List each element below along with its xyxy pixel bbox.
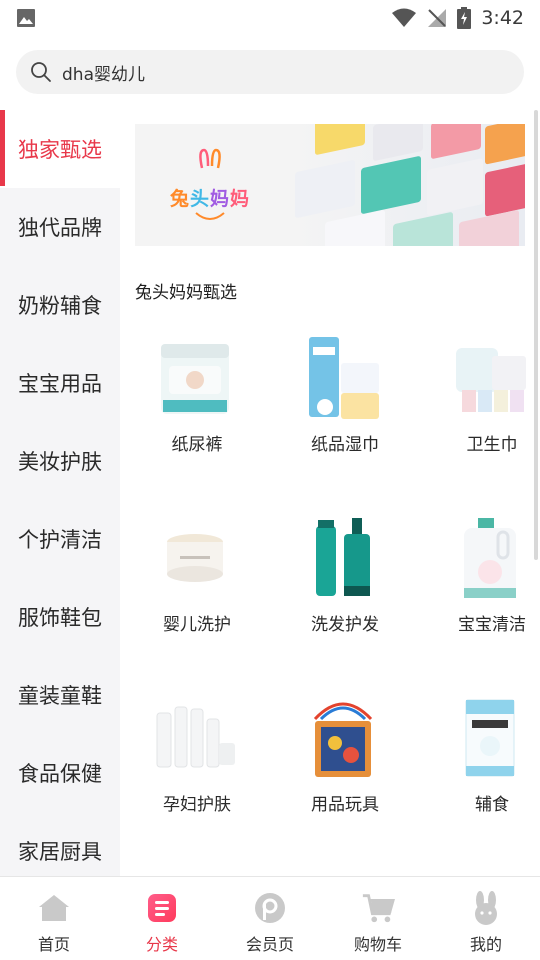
wifi-icon — [392, 8, 417, 27]
brand-char-3: 妈 — [210, 187, 231, 210]
cream-jar-icon — [145, 508, 245, 608]
product-item[interactable]: 洗发护发 — [283, 498, 423, 668]
diaper-pack-icon — [145, 328, 245, 428]
sidebar-item-home[interactable]: 家居厨具 — [0, 812, 120, 876]
nav-label: 首页 — [37, 935, 70, 954]
skincare-set-icon — [145, 688, 245, 788]
brand-logo: 兔头妈妈 — [135, 124, 285, 246]
product-item[interactable]: 纸尿裤 — [135, 318, 275, 488]
category-content: 兔头妈妈 兔头妈妈甄选 纸尿裤 纸品湿巾 卫生巾 婴儿洗护 洗发护发 宝宝清洁 … — [120, 110, 540, 876]
product-label: 纸尿裤 — [171, 435, 223, 455]
detergent-bottle-icon — [440, 508, 540, 608]
sidebar-item-brands[interactable]: 独代品牌 — [0, 188, 120, 266]
rabbit-profile-icon — [469, 891, 503, 925]
product-boxes-image — [285, 124, 525, 246]
nav-label: 购物车 — [353, 935, 402, 954]
member-icon — [253, 891, 287, 925]
category-sidebar: 独家甄选 独代品牌 奶粉辅食 宝宝用品 美妆护肤 个护清洁 服饰鞋包 童装童鞋 … — [0, 110, 120, 876]
brand-banner[interactable]: 兔头妈妈 — [135, 124, 525, 246]
tissue-pack-icon — [293, 328, 393, 428]
search-bar — [0, 36, 540, 110]
nav-home[interactable]: 首页 — [0, 877, 108, 960]
bottom-nav: 首页 分类 会员页 购物车 我的 — [0, 876, 540, 960]
sidebar-item-beauty[interactable]: 美妆护肤 — [0, 422, 120, 500]
product-item[interactable]: 孕妇护肤 — [135, 678, 275, 848]
food-box-icon — [440, 688, 540, 788]
battery-icon — [457, 7, 472, 29]
nav-label: 会员页 — [245, 935, 294, 954]
nav-label: 我的 — [469, 935, 502, 954]
product-label: 纸品湿巾 — [311, 435, 379, 455]
product-item[interactable]: 用品玩具 — [283, 678, 423, 848]
product-item[interactable]: 卫生巾 — [430, 318, 540, 488]
nav-label: 分类 — [145, 935, 178, 954]
product-label: 卫生巾 — [466, 435, 518, 455]
sidebar-item-baby-goods[interactable]: 宝宝用品 — [0, 344, 120, 422]
product-item[interactable]: 纸品湿巾 — [283, 318, 423, 488]
search-icon — [31, 62, 51, 82]
sidebar-item-apparel[interactable]: 服饰鞋包 — [0, 578, 120, 656]
product-label: 孕妇护肤 — [163, 795, 231, 815]
no-signal-icon — [428, 9, 447, 27]
sidebar-item-kids-wear[interactable]: 童装童鞋 — [0, 656, 120, 734]
gallery-icon — [17, 9, 35, 27]
nav-cart[interactable]: 购物车 — [324, 877, 432, 960]
product-label: 辅食 — [475, 795, 509, 815]
brand-logo-text: 兔头妈妈 — [170, 184, 250, 211]
sidebar-item-milk-food[interactable]: 奶粉辅食 — [0, 266, 120, 344]
brand-char-4: 妈 — [230, 187, 251, 210]
smile-icon — [195, 211, 225, 220]
brand-char-2: 头 — [189, 187, 210, 210]
nav-category[interactable]: 分类 — [108, 877, 216, 960]
status-bar: 3:42 — [0, 0, 540, 36]
product-item[interactable]: 宝宝清洁 — [430, 498, 540, 668]
search-box[interactable] — [16, 50, 524, 94]
shampoo-bottle-icon — [293, 508, 393, 608]
brand-char-1: 兔 — [169, 187, 190, 210]
product-label: 宝宝清洁 — [458, 615, 526, 635]
product-label: 用品玩具 — [311, 795, 379, 815]
search-input[interactable] — [62, 62, 482, 82]
cart-icon — [361, 891, 395, 925]
product-label: 洗发护发 — [311, 615, 379, 635]
toy-cube-icon — [293, 688, 393, 788]
nav-profile[interactable]: 我的 — [432, 877, 540, 960]
rabbit-logo-icon — [199, 148, 221, 168]
product-item[interactable]: 辅食 — [430, 678, 540, 848]
home-icon — [37, 891, 71, 925]
product-label: 婴儿洗护 — [163, 615, 231, 635]
product-item[interactable]: 婴儿洗护 — [135, 498, 275, 668]
sidebar-item-food-health[interactable]: 食品保健 — [0, 734, 120, 812]
nav-member[interactable]: 会员页 — [216, 877, 324, 960]
category-icon — [145, 891, 179, 925]
section-title: 兔头妈妈甄选 — [135, 283, 237, 303]
sanitary-pad-icon — [440, 328, 540, 428]
sidebar-item-exclusive[interactable]: 独家甄选 — [0, 110, 120, 188]
status-time: 3:42 — [481, 7, 524, 29]
sidebar-item-personal-care[interactable]: 个护清洁 — [0, 500, 120, 578]
